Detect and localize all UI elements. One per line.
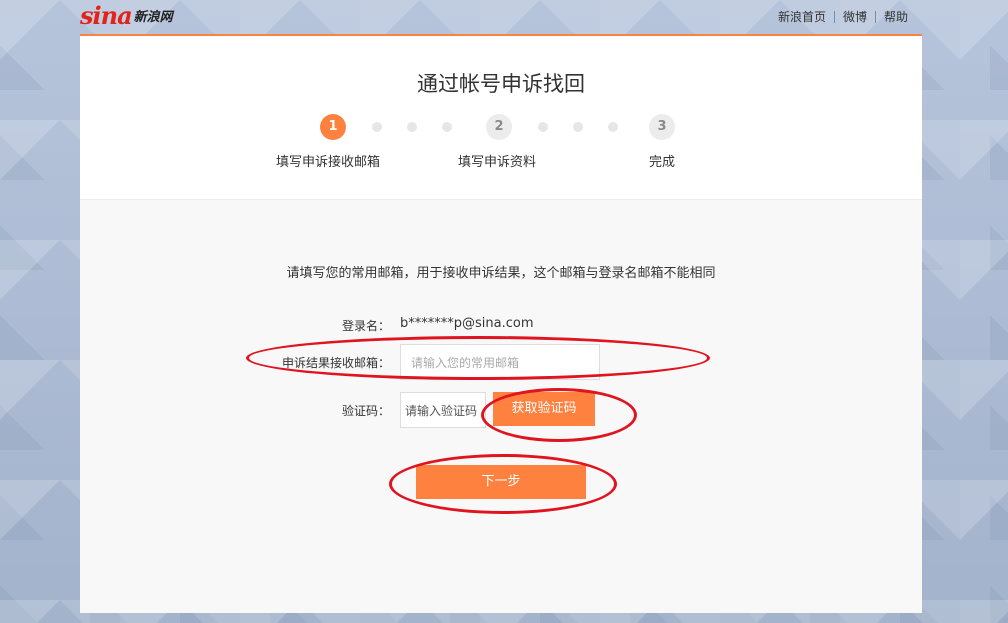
sina-logo[interactable]: sina 新浪网 (80, 0, 173, 30)
step-dot (538, 122, 548, 132)
step-dot (573, 122, 583, 132)
step-progress: 1 2 3 填写申诉接收邮箱 填写申诉资料 完成 (80, 114, 922, 174)
login-name-label: 登录名： (341, 319, 390, 333)
top-links: 新浪首页 微博 帮助 (770, 8, 916, 25)
email-label: 申诉结果接收邮箱： (281, 356, 390, 370)
link-weibo[interactable]: 微博 (835, 8, 875, 25)
page-title: 通过帐号申诉找回 (417, 72, 585, 96)
step-3-circle: 3 (649, 114, 675, 140)
top-bar: sina 新浪网 新浪首页 微博 帮助 (0, 0, 1008, 34)
step-dot (608, 122, 618, 132)
captcha-input[interactable]: 请输入验证码 (400, 392, 486, 428)
link-help[interactable]: 帮助 (876, 8, 916, 25)
logo-cn-text: 新浪网 (133, 10, 173, 25)
card-header: 通过帐号申诉找回 1 2 3 填写申诉接收邮箱 填写申诉资料 完成 (80, 36, 922, 200)
link-sina-home[interactable]: 新浪首页 (770, 8, 834, 25)
step-1-circle: 1 (320, 114, 346, 140)
step-dot (442, 122, 452, 132)
email-input[interactable]: 请输入您的常用邮箱 (400, 344, 600, 380)
step-2-label: 填写申诉资料 (458, 155, 537, 170)
login-name-value: b*******p@sina.com (400, 316, 534, 331)
instruction-text: 请填写您的常用邮箱，用于接收申诉结果，这个邮箱与登录名邮箱不能相同 (286, 266, 716, 281)
step-3-label: 完成 (649, 155, 676, 170)
step-2-circle: 2 (486, 114, 512, 140)
get-code-button[interactable]: 获取验证码 (493, 392, 595, 426)
captcha-label: 验证码： (341, 404, 390, 418)
appeal-card: 通过帐号申诉找回 1 2 3 填写申诉接收邮箱 填写申诉资料 完成 请填写您的常… (80, 34, 922, 613)
logo-text: sina (80, 1, 133, 30)
step-1-label: 填写申诉接收邮箱 (276, 155, 381, 170)
step-dot (407, 122, 417, 132)
next-step-button[interactable]: 下一步 (416, 465, 586, 499)
step-dot (372, 122, 382, 132)
